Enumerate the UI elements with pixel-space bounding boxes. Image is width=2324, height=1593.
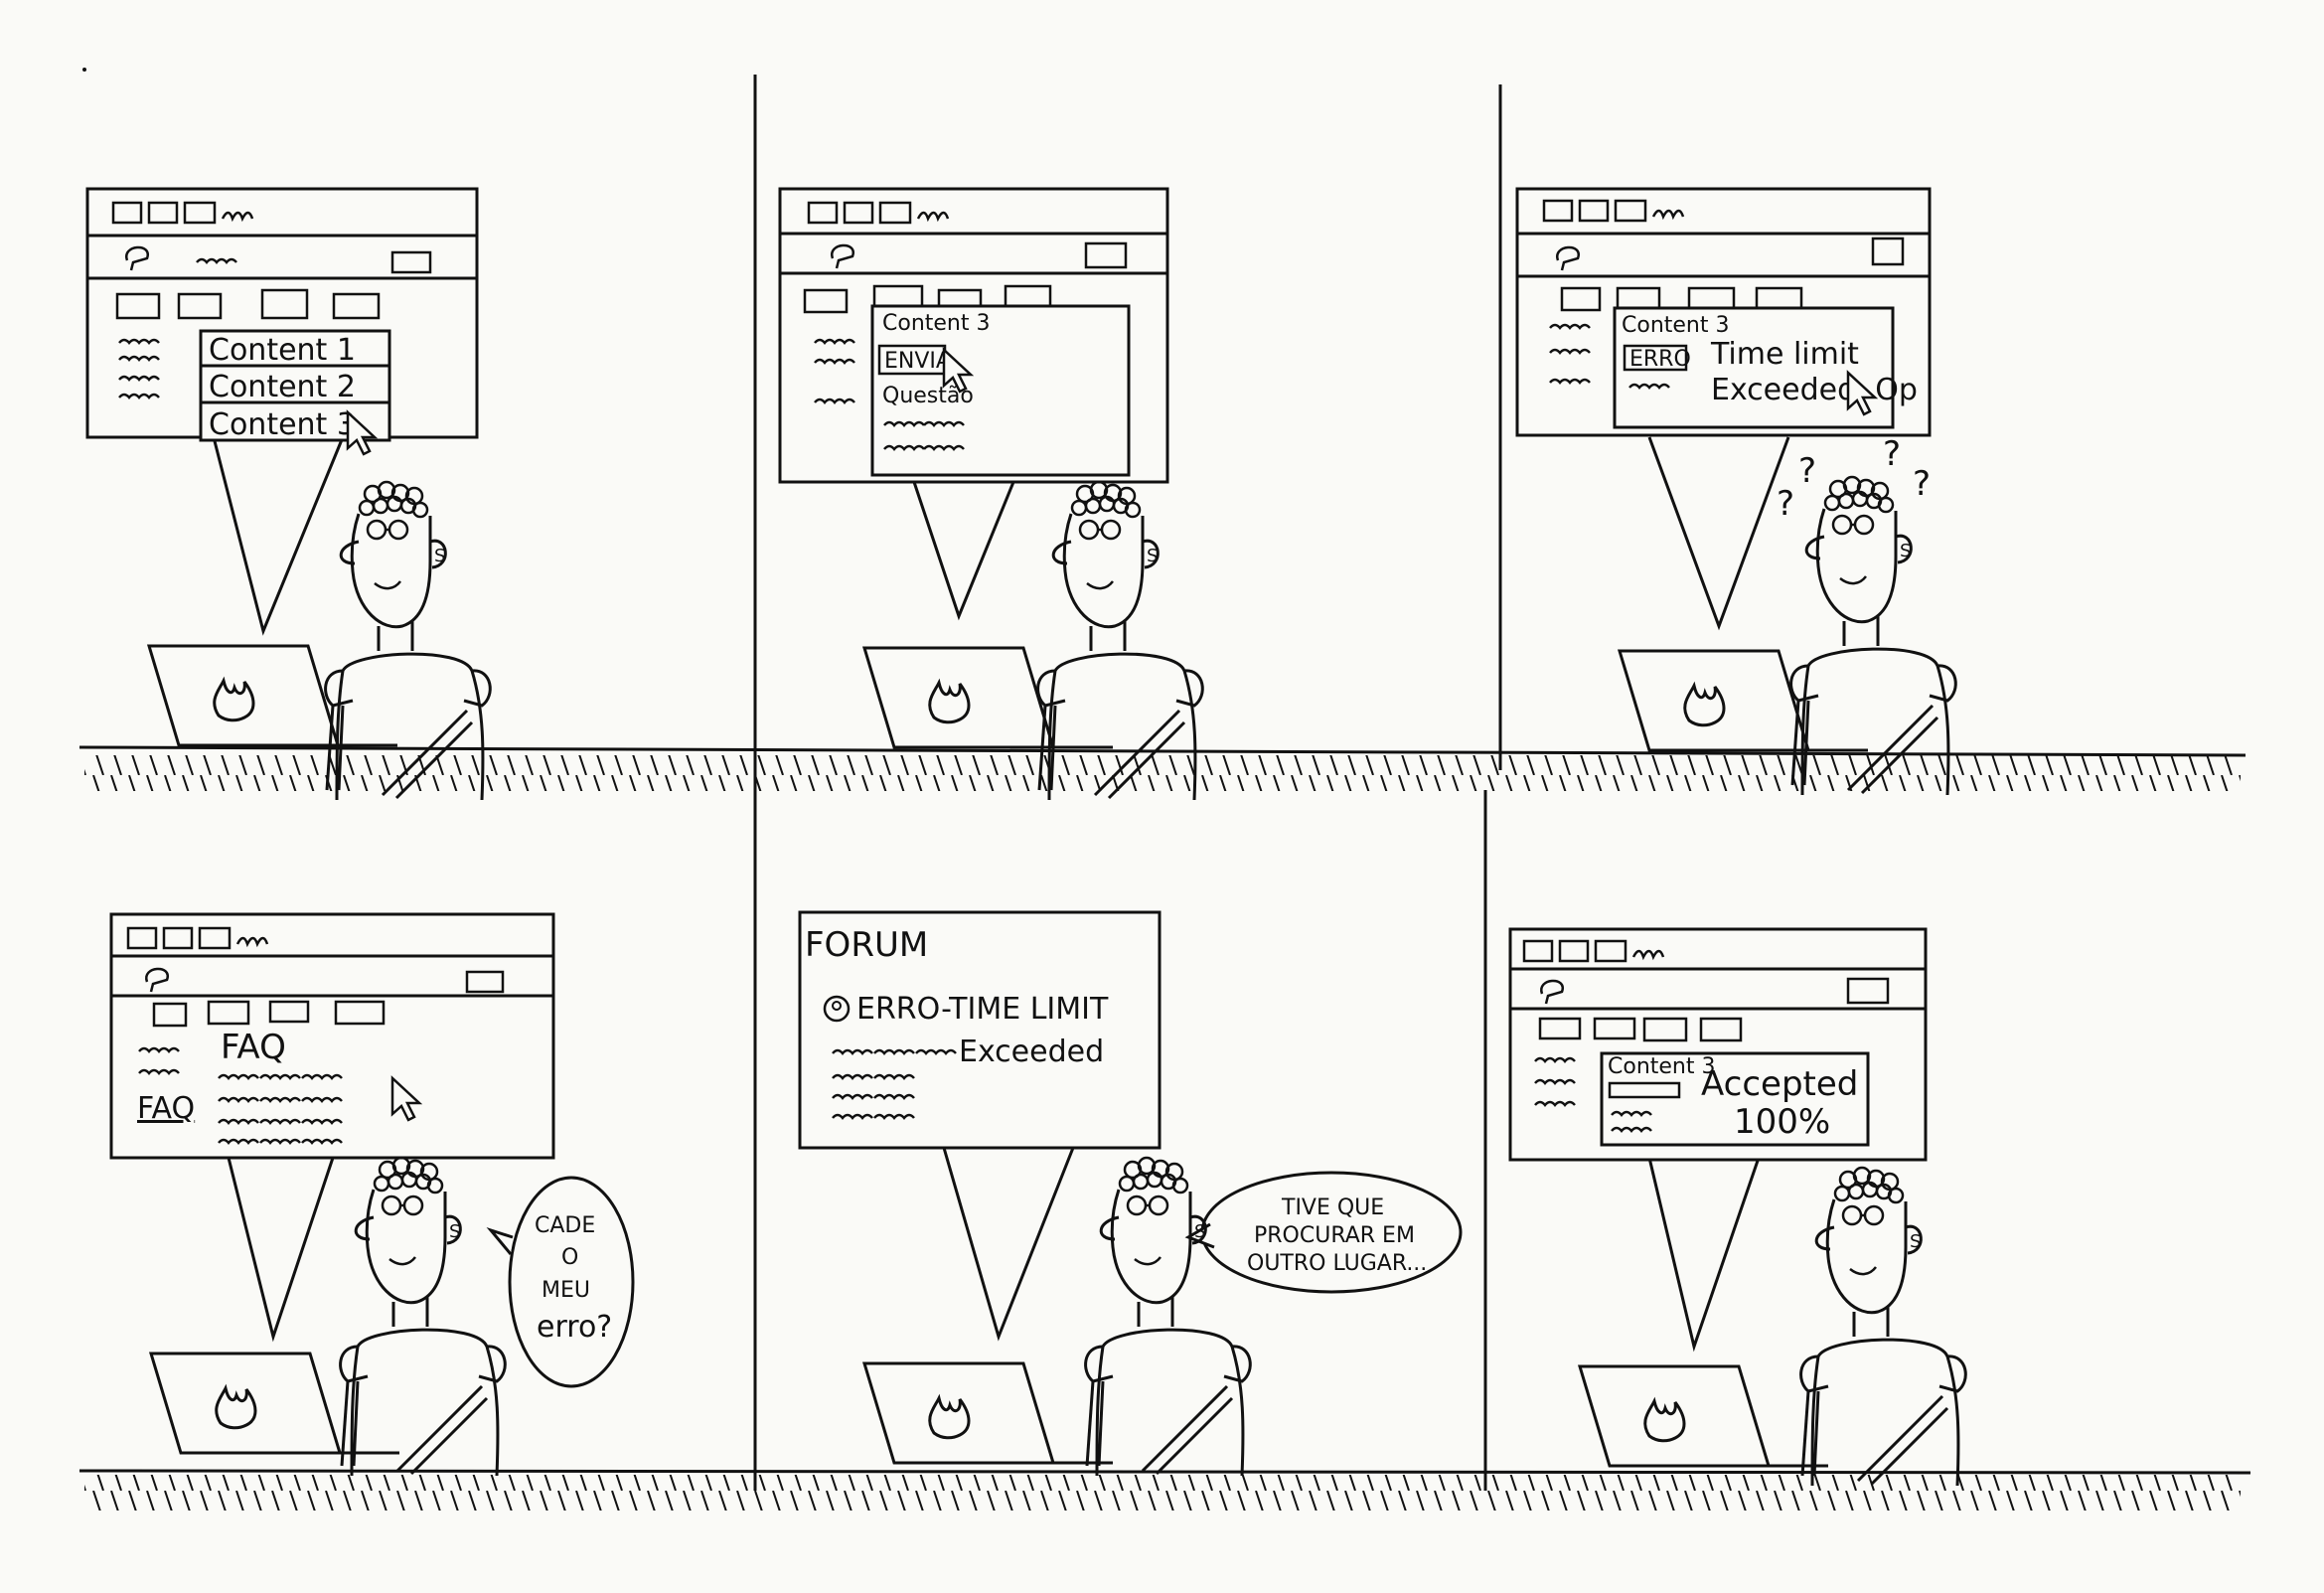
error-badge-label: ERRO <box>1629 347 1691 372</box>
speech-tail <box>942 1147 1075 1342</box>
paper-mark <box>82 68 86 72</box>
result-score: 100% <box>1734 1102 1830 1142</box>
comic-strip: S Content 1 Content 2 Content 3 Content … <box>78 68 2251 1511</box>
speech-tail <box>227 1157 335 1343</box>
speech-line-4: erro? <box>537 1310 612 1345</box>
panel-3: Content 3 ERRO Time limit Exceeded, Op ?… <box>1515 187 1957 797</box>
forum-title: FORUM <box>805 925 928 965</box>
character <box>324 480 492 802</box>
menu-item-content-2[interactable]: Content 2 <box>209 370 356 404</box>
sidebar-faq-link[interactable]: FAQ <box>137 1091 195 1126</box>
panel-5: FORUM ERRO-TIME LIMIT Exceeded TIVE QUE … <box>798 910 1463 1478</box>
question-mark: ? <box>1913 464 1931 504</box>
speech-line-1: CADE <box>535 1213 595 1238</box>
panel-2: Content 3 ENVIA Questão <box>778 187 1204 802</box>
ground-hatch-bottom <box>84 1475 2241 1511</box>
menu-item-content-1[interactable]: Content 1 <box>209 333 356 368</box>
content-title: Content 3 <box>1608 1054 1716 1079</box>
content-title: Content 3 <box>1622 313 1730 338</box>
laptop <box>862 1361 1115 1465</box>
laptop <box>1618 649 1870 752</box>
speech-line-3: OUTRO LUGAR... <box>1247 1251 1427 1276</box>
panel-4: FAQ FAQ CADE O MEU erro? <box>109 912 635 1478</box>
speech-line-2: PROCURAR EM <box>1254 1223 1415 1248</box>
character <box>339 1156 507 1478</box>
menu-item-content-3[interactable]: Content 3 <box>209 407 356 442</box>
faq-title: FAQ <box>221 1028 286 1067</box>
speech-tail <box>1647 1157 1761 1353</box>
laptop <box>1578 1364 1830 1468</box>
panel-6: Content 3 Accepted 100% <box>1508 927 1967 1488</box>
post-line-1: ERRO-TIME LIMIT <box>856 992 1109 1027</box>
result-line-2: Exceeded, Op <box>1711 373 1918 407</box>
question-mark: ? <box>1777 484 1794 524</box>
submit-button-label: ENVIA <box>884 349 951 374</box>
speech-line-1: TIVE QUE <box>1281 1195 1384 1220</box>
speech-tail <box>1647 436 1790 631</box>
question-label: Questão <box>882 384 974 408</box>
result-accepted: Accepted <box>1701 1064 1858 1104</box>
character-celebrating <box>1799 1166 1967 1488</box>
speech-tail <box>912 481 1015 621</box>
result-line-1: Time limit <box>1710 337 1859 372</box>
question-mark: ? <box>1883 434 1901 474</box>
laptop <box>862 646 1115 749</box>
post-line-2: Exceeded <box>959 1035 1104 1069</box>
speech-tail <box>212 436 345 636</box>
laptop <box>149 1352 401 1455</box>
panel-1: Content 1 Content 2 Content 3 <box>85 187 492 802</box>
question-mark: ? <box>1798 451 1816 491</box>
character <box>1789 475 1957 797</box>
comic-sheet: S Content 1 Content 2 Content 3 Content … <box>0 0 2324 1593</box>
speech-line-3: MEU <box>542 1278 590 1303</box>
speech-line-2: O <box>561 1245 578 1270</box>
content-title: Content 3 <box>882 311 991 336</box>
